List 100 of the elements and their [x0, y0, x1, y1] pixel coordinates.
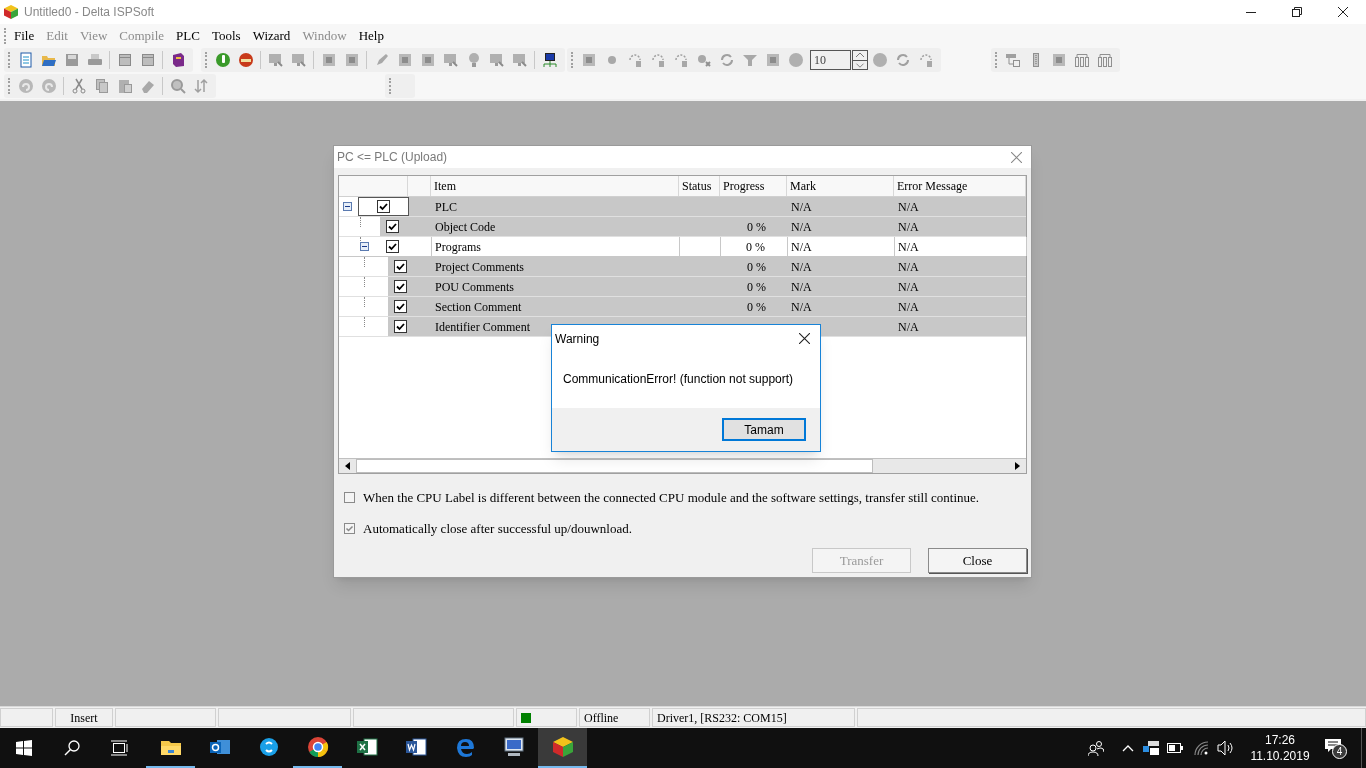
table-cell-text: N/A: [791, 238, 812, 256]
checkbox[interactable]: [394, 300, 407, 313]
collapse-icon[interactable]: [343, 202, 352, 211]
refresh-icon[interactable]: [894, 52, 911, 68]
table-row[interactable]: Project Comments 0 % N/A N/A: [339, 257, 1026, 277]
taskbar-button[interactable]: [538, 728, 587, 768]
column-header[interactable]: Mark: [787, 176, 894, 196]
new-file-icon[interactable]: [17, 52, 34, 68]
down-arrow-icon[interactable]: [853, 60, 867, 69]
circle-icon[interactable]: [787, 52, 804, 68]
table-cell-text: N/A: [791, 258, 812, 276]
table-cell-text: N/A: [898, 258, 919, 276]
checkbox[interactable]: [344, 523, 355, 534]
option-label: When the CPU Label is different between the connected CPU module and the software settings, transfer still continue.: [363, 488, 979, 507]
checkbox[interactable]: [394, 280, 407, 293]
window-icon[interactable]: [139, 52, 156, 68]
printer-icon[interactable]: [86, 52, 103, 68]
chip-icon[interactable]: [396, 52, 413, 68]
curved-arrow-icon[interactable]: [672, 52, 689, 68]
table-cell-text: 0 %: [747, 298, 766, 316]
columns-icon[interactable]: [1073, 52, 1090, 68]
save-icon[interactable]: [63, 52, 80, 68]
copy-icon[interactable]: [93, 78, 110, 94]
delete-icon[interactable]: [695, 52, 712, 68]
checkbox[interactable]: [394, 320, 407, 333]
close-icon[interactable]: [799, 333, 810, 344]
stop-icon[interactable]: [237, 52, 254, 68]
curved-arrow-icon[interactable]: [626, 52, 643, 68]
number-field[interactable]: 10: [810, 50, 851, 70]
chip-icon[interactable]: [1050, 52, 1067, 68]
checkbox[interactable]: [344, 492, 355, 503]
chevron-up-icon[interactable]: [1122, 744, 1134, 752]
device-icon[interactable]: [1143, 740, 1159, 756]
column-header[interactable]: Item: [431, 176, 679, 196]
curved-arrow-icon[interactable]: [917, 52, 934, 68]
menu-item[interactable]: Tools: [211, 25, 241, 46]
table-row[interactable]: Section Comment 0 % N/A N/A: [339, 297, 1026, 317]
network-icon[interactable]: [541, 52, 558, 68]
wifi-icon[interactable]: [1193, 740, 1209, 756]
funnel-icon[interactable]: [741, 52, 758, 68]
restore-icon[interactable]: [1292, 7, 1302, 17]
ok-button[interactable]: Tamam: [722, 418, 806, 441]
window-icon[interactable]: [116, 52, 133, 68]
table-cell-text: PLC: [435, 198, 457, 216]
redo-icon[interactable]: [40, 78, 57, 94]
paste-icon[interactable]: [116, 78, 133, 94]
chip-icon[interactable]: [580, 52, 597, 68]
table-row[interactable]: PLC N/A N/A: [339, 197, 1026, 217]
column-header[interactable]: Status: [679, 176, 720, 196]
volume-icon[interactable]: [1217, 740, 1235, 756]
task-view-icon: [111, 740, 129, 756]
menu-item[interactable]: Help: [358, 25, 384, 46]
checkbox[interactable]: [377, 200, 390, 213]
chip-icon[interactable]: [343, 52, 360, 68]
menu-item[interactable]: PLC: [176, 25, 200, 46]
menu-item[interactable]: Wizard: [252, 25, 291, 46]
computer-icon: [501, 735, 526, 759]
people-icon[interactable]: [1088, 740, 1104, 756]
table-row[interactable]: POU Comments 0 % N/A N/A: [339, 277, 1026, 297]
menu-item[interactable]: File: [14, 25, 35, 46]
clock-date[interactable]: 11.10.2019: [1250, 748, 1310, 764]
checkbox[interactable]: [394, 260, 407, 273]
monitor-icon[interactable]: [267, 52, 284, 68]
curved-arrow-icon[interactable]: [649, 52, 666, 68]
left-arrow-icon[interactable]: [345, 462, 350, 470]
battery-icon[interactable]: [1167, 743, 1183, 753]
table-cell-text: N/A: [898, 278, 919, 296]
dialog-title: PC <= PLC (Upload): [337, 149, 448, 166]
chip-icon[interactable]: [320, 52, 337, 68]
chip-icon[interactable]: [419, 52, 436, 68]
checkbox[interactable]: [386, 220, 399, 233]
dialog-button[interactable]: Close: [928, 548, 1027, 573]
layers-icon[interactable]: [1004, 52, 1021, 68]
close-icon[interactable]: [1338, 7, 1348, 17]
sort-icon[interactable]: [192, 78, 209, 94]
table-row[interactable]: Programs 0 % N/A N/A: [339, 237, 1026, 257]
dialog-title: Warning: [555, 330, 600, 348]
eraser-icon[interactable]: [139, 78, 156, 94]
search-icon[interactable]: [169, 78, 186, 94]
monitor-icon[interactable]: [442, 52, 459, 68]
collapse-icon[interactable]: [360, 242, 369, 251]
right-arrow-icon[interactable]: [1015, 462, 1020, 470]
cut-icon[interactable]: [70, 78, 87, 94]
spin-button[interactable]: [852, 50, 868, 70]
checkbox[interactable]: [386, 240, 399, 253]
chip-icon[interactable]: [764, 52, 781, 68]
column-header[interactable]: Progress: [720, 176, 787, 196]
monitor-icon[interactable]: [290, 52, 307, 68]
run-icon[interactable]: [214, 52, 231, 68]
monitor-icon[interactable]: [488, 52, 505, 68]
table-row[interactable]: Object Code 0 % N/A N/A: [339, 217, 1026, 237]
column-header[interactable]: Error Message: [894, 176, 1026, 196]
refresh-icon[interactable]: [718, 52, 735, 68]
undo-icon[interactable]: [17, 78, 34, 94]
columns-icon[interactable]: [1096, 52, 1113, 68]
clock-time[interactable]: 17:26: [1265, 732, 1295, 748]
table-cell-text: 0 %: [747, 258, 766, 276]
browser-icon: [305, 735, 330, 759]
horizontal-scrollbar[interactable]: [339, 458, 1026, 473]
monitor-icon[interactable]: [511, 52, 528, 68]
